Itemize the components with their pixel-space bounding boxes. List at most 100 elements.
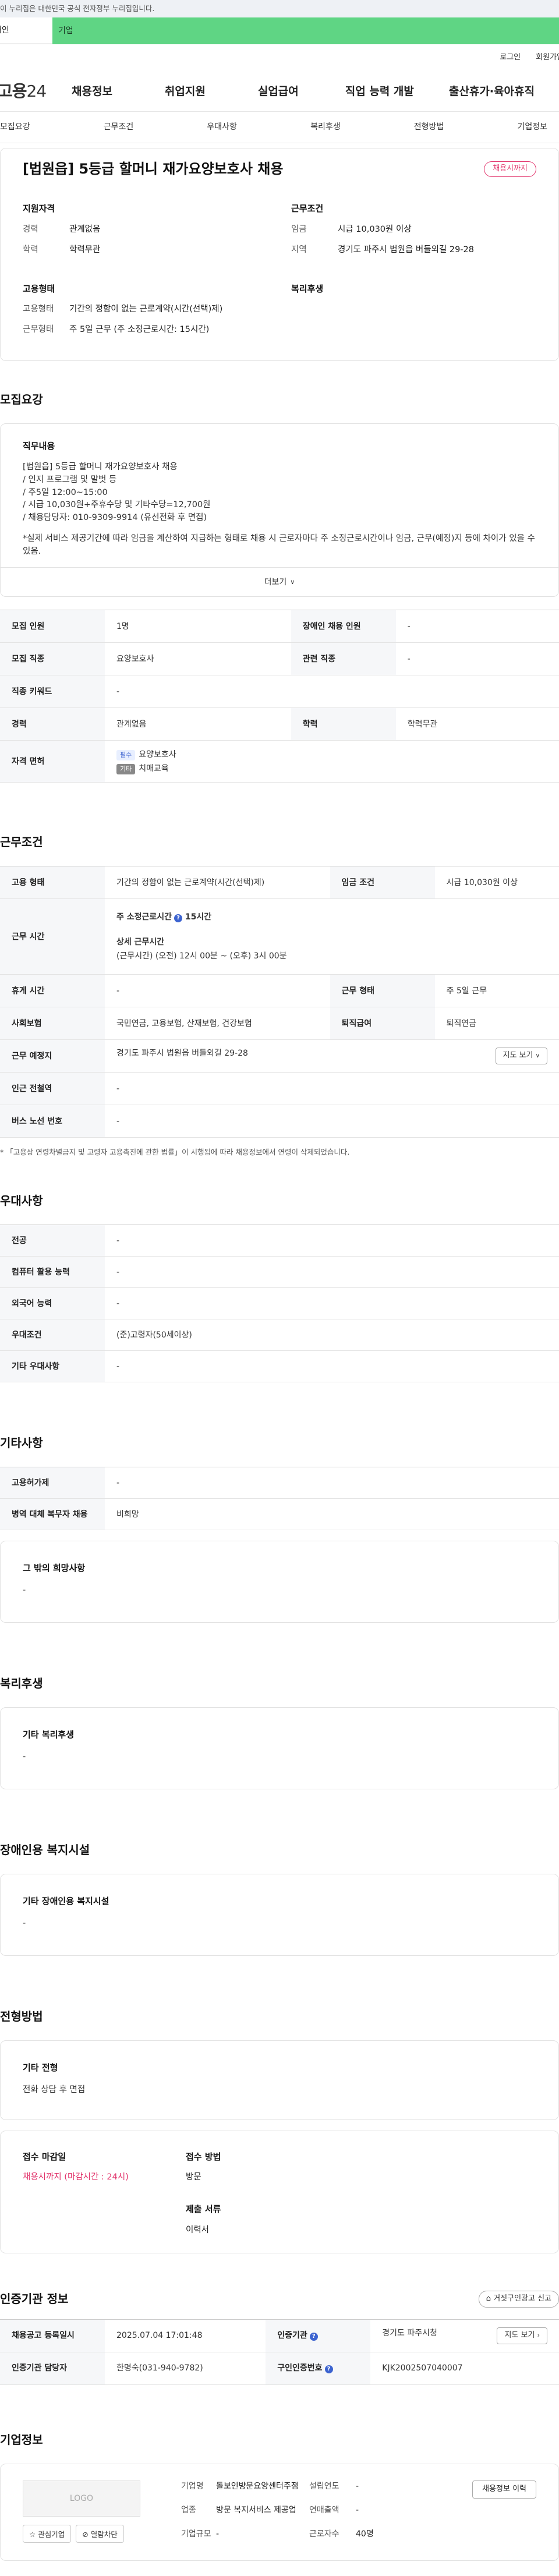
hours-value: 주 소정근로시간? 15시간 상세 근무시간 (근무시간) (오전) 12시 0… <box>105 898 559 975</box>
subnav-conditions[interactable]: 근무조건 <box>104 121 134 133</box>
job-line: *실제 서비스 제공기간에 따라 임금을 계산하여 지급하는 형태로 채용 시 … <box>23 533 535 556</box>
gnb-item-support[interactable]: 취업지원 <box>165 84 206 100</box>
subnav-prefer[interactable]: 우대사항 <box>207 121 237 133</box>
job-value: 요양보호사 <box>105 642 291 676</box>
signup-link[interactable]: 회원가입 <box>536 52 559 69</box>
other-tag: 기타 <box>116 763 136 774</box>
emp-type-value: 기간의 정함이 없는 근로계약(시간(선택)제) <box>69 305 223 314</box>
pc-key: 컴퓨터 활용 능력 <box>0 1256 105 1289</box>
job-key: 모집 직종 <box>0 642 105 676</box>
qualification-title: 지원자격 <box>23 203 55 214</box>
major-value: - <box>105 1225 559 1257</box>
place-key: 근무 예정지 <box>0 1039 105 1073</box>
prefer-cond-value: (준)고령자(50세이상) <box>105 1319 559 1351</box>
edu-value: 학력무관 <box>395 707 559 741</box>
info-icon[interactable]: ? <box>174 914 183 923</box>
work-form-key: 근무형태 <box>23 325 54 335</box>
emp-type-key: 고용 형태 <box>0 866 105 900</box>
license-value: 필수 요양보호사 기타 치매교육 <box>105 740 559 783</box>
rest-value: - <box>105 974 330 1008</box>
subnav-welfare[interactable]: 복리후생 <box>310 121 341 133</box>
employment-title: 고용형태 <box>23 283 55 294</box>
favorite-company-button[interactable]: ☆ 관심기업 <box>23 2525 72 2543</box>
pc-value: - <box>105 1256 559 1289</box>
conditions-block: 근무조건 임금 시급 10,030원 이상 지역 경기도 파주시 법원읍 버들외길 … <box>291 203 536 264</box>
bus-key: 버스 노선 번호 <box>0 1105 105 1138</box>
home-icon: ⌂ <box>486 2294 491 2303</box>
more-button[interactable]: 더보기 ∨ <box>1 567 558 596</box>
facility-card-value: - <box>23 1918 26 1928</box>
sales-value: - <box>356 2506 359 2515</box>
job-history-button[interactable]: 채용정보 이력 <box>472 2481 536 2499</box>
tab-corp[interactable]: 기업 <box>52 17 559 44</box>
cert-table: 채용공고 등록일시 2025.07.04 17:01:48 인증기관? 경기도 … <box>0 2319 559 2386</box>
prefer-etc-key: 기타 우대사항 <box>0 1350 105 1383</box>
chevron-down-icon: ∨ <box>290 578 295 586</box>
employees-value: 40명 <box>356 2529 374 2539</box>
related-value: - <box>395 642 559 676</box>
career-key: 경력 <box>23 224 38 234</box>
favorite-label: 관심기업 <box>38 2530 65 2539</box>
tab-person[interactable]: 개인 <box>0 17 52 44</box>
welfare-card-title: 기타 복리후생 <box>23 1729 75 1740</box>
gnb-item-jobs[interactable]: 채용정보 <box>72 84 112 100</box>
career-value: 관계없음 <box>69 224 101 234</box>
docs-title: 제출 서류 <box>186 2204 221 2215</box>
site-logo[interactable]: 고용24 <box>0 80 59 104</box>
deadline-value: 채용시까지 (마감시간 : 24시) <box>23 2172 129 2182</box>
welfare-card-value: - <box>23 1752 26 1761</box>
count-key: 모집 인원 <box>0 610 105 643</box>
facility-card-title: 기타 장애인용 복지시설 <box>23 1896 109 1907</box>
welfare-heading: 복리후생 <box>0 1676 43 1691</box>
job-line: / 시급 10,030원+주휴수당 및 기타수당=12,700원 <box>23 500 211 510</box>
cert-org-text: 경기도 파주시청 <box>382 2329 437 2338</box>
hours-weekly-value: 15시간 <box>185 912 212 922</box>
map-button[interactable]: 지도 보기 ∨ <box>495 1048 547 1065</box>
job-description-card: 직무내용 [법원읍] 5등급 할머니 재가요양보호사 채용 / 인지 프로그램 … <box>0 423 559 597</box>
welfare-card: 기타 복리후생 - <box>0 1707 559 1790</box>
block-label: 열람차단 <box>90 2530 118 2539</box>
block-company-button[interactable]: ⊘ 열람차단 <box>76 2525 124 2543</box>
cert-org-value: 경기도 파주시청 지도 보기 › <box>370 2319 559 2353</box>
summary-card: [법원읍] 5등급 할머니 재가요양보호사 채용 채용시까지 지원자격 경력 관계… <box>0 148 559 362</box>
logo-text: 고용 <box>0 82 27 101</box>
section-subnav: 모집요강 근무조건 우대사항 복리후생 전형방법 기업정보 <box>0 112 559 143</box>
prefer-heading: 우대사항 <box>0 1194 43 1208</box>
cert-map-button[interactable]: 지도 보기 › <box>497 2327 547 2344</box>
edu-key: 학력 <box>23 245 38 254</box>
license-key: 자격 면허 <box>0 740 105 783</box>
conditions-heading: 근무조건 <box>0 835 43 850</box>
subnav-recruit[interactable]: 모집요강 <box>0 121 30 133</box>
subnav-screening[interactable]: 전형방법 <box>414 121 444 133</box>
hours-detail-value: (근무시간) (오전) 12시 00분 ~ (오후) 3시 00분 <box>116 951 287 961</box>
gnb-item-training[interactable]: 직업 능력 개발 <box>345 84 414 100</box>
other-wish-title: 그 밖의 희망사항 <box>23 1563 86 1574</box>
star-icon: ☆ <box>29 2530 36 2539</box>
company-heading: 기업정보 <box>0 2433 43 2447</box>
report-button[interactable]: ⌂ 거짓구인광고 신고 <box>478 2291 559 2308</box>
language-key: 외국어 능력 <box>0 1287 105 1320</box>
tab-person-label: 개인 <box>0 25 9 35</box>
subway-value: - <box>105 1072 559 1106</box>
company-info: 기업명 돌보인방문요양센터주점 설립연도 - 업종 방문 복지서비스 제공업 연… <box>181 2481 431 2543</box>
login-link[interactable]: 로그인 <box>500 52 521 69</box>
job-line: / 채용담당자: 010-9309-9914 (유선전화 후 면접) <box>23 513 207 523</box>
company-logo: LOGO <box>23 2481 140 2517</box>
cert-number-label: 구인인증번호 <box>277 2363 323 2373</box>
logo-number: 24 <box>26 82 47 101</box>
prefer-etc-value: - <box>105 1350 559 1383</box>
reg-date-value: 2025.07.04 17:01:48 <box>105 2319 266 2353</box>
disabled-value: - <box>395 610 559 643</box>
info-icon[interactable]: ? <box>309 2333 318 2341</box>
pension-value: 퇴직연금 <box>434 1007 559 1041</box>
hours-weekly-label: 주 소정근로시간 <box>116 912 172 922</box>
subnav-company[interactable]: 기업정보 <box>517 121 547 133</box>
cert-org-label: 인증기관 <box>277 2331 307 2341</box>
gnb-item-benefit[interactable]: 실업급여 <box>258 84 299 100</box>
gnb-item-leave[interactable]: 출산휴가·육아휴직 <box>449 84 535 100</box>
conditions-table: 고용 형태 기간의 정함이 없는 근로계약(시간(선택)제) 임금 조건 시급 … <box>0 866 559 1138</box>
info-icon[interactable]: ? <box>324 2365 333 2374</box>
required-tag: 필수 <box>116 749 136 760</box>
method-title: 접수 방법 <box>186 2151 221 2162</box>
count-value: 1명 <box>105 610 291 643</box>
